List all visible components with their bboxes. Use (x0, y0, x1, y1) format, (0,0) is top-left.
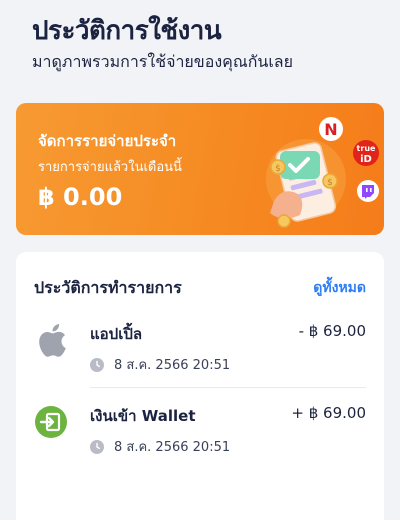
banner-subtitle: รายการจ่ายแล้วในเดือนนี้ (38, 160, 182, 175)
banner-title: จัดการรายจ่ายประจำ (38, 132, 177, 150)
trueid-icon: true iD (353, 140, 379, 166)
transaction-amount: - ฿ 69.00 (298, 322, 366, 340)
clock-icon (90, 357, 104, 372)
page-subtitle: มาดูภาพรวมการใช้จ่ายของคุณกันเลย (32, 52, 293, 71)
transaction-datetime: 8 ส.ค. 2566 20:51 (114, 440, 231, 455)
transaction-row[interactable]: แอปเปิ้ล - ฿ 69.00 8 ส.ค. 2566 20:51 (16, 310, 384, 390)
transaction-time: 8 ส.ค. 2566 20:51 (90, 354, 230, 375)
row-divider (90, 387, 366, 388)
svg-text:N: N (324, 120, 337, 139)
transaction-name: เงินเข้า Wallet (90, 407, 196, 425)
transaction-datetime: 8 ส.ค. 2566 20:51 (114, 358, 231, 373)
svg-text:true: true (357, 144, 376, 153)
clock-icon (90, 439, 104, 454)
wallet-topup-icon (35, 406, 67, 438)
transaction-amount: + ฿ 69.00 (291, 404, 366, 422)
transaction-time: 8 ส.ค. 2566 20:51 (90, 436, 230, 457)
netflix-icon: N (319, 117, 343, 141)
history-title: ประวัติการทำรายการ (34, 278, 182, 297)
svg-text:$: $ (327, 178, 333, 188)
transaction-row[interactable]: เงินเข้า Wallet + ฿ 69.00 8 ส.ค. 2566 20… (16, 392, 384, 472)
transaction-name: แอปเปิ้ล (90, 325, 143, 343)
svg-text:iD: iD (360, 154, 372, 165)
transaction-history-card: ประวัติการทำรายการ ดูทั้งหมด แอปเปิ้ล - … (16, 252, 384, 520)
recurring-expense-banner[interactable]: จัดการรายจ่ายประจำ รายการจ่ายแล้วในเดือน… (16, 103, 384, 235)
banner-amount: ฿ 0.00 (38, 183, 123, 211)
twitch-icon (357, 180, 379, 202)
phone-payment-illustration: $ $ N true iD (266, 117, 379, 228)
page-header: ประวัติการใช้งาน มาดูภาพรวมการใช้จ่ายของ… (0, 0, 400, 96)
svg-text:$: $ (275, 164, 281, 174)
page-title: ประวัติการใช้งาน (32, 16, 222, 46)
apple-icon (39, 324, 66, 357)
coin-icon: $ (270, 159, 286, 175)
see-all-link[interactable]: ดูทั้งหมด (313, 277, 366, 299)
